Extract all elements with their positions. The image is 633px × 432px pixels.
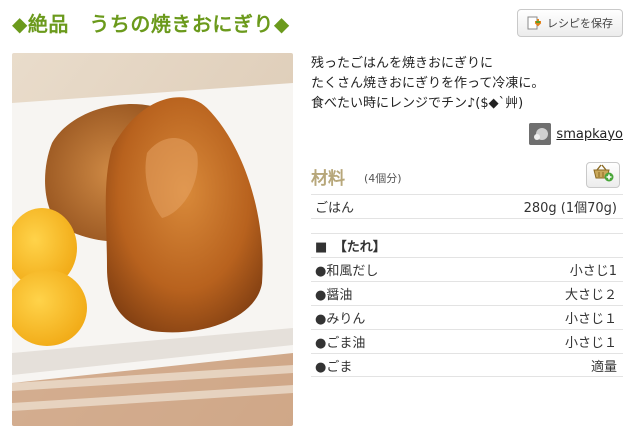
recipe-title: ◆絶品 うちの焼きおにぎり◆	[12, 12, 290, 36]
ingredient-row: ●みりん 小さじ１	[311, 305, 623, 329]
ingredient-name: ●醤油	[315, 288, 353, 303]
ingredient-amount: 小さじ1	[569, 264, 617, 279]
ingredient-amount: 小さじ１	[564, 312, 617, 327]
author-avatar[interactable]	[529, 123, 552, 145]
ingredient-row: ●ごま 適量	[311, 353, 623, 377]
ingredient-name: ごはん	[315, 201, 355, 216]
ingredients-title: 材料	[311, 169, 345, 189]
ingredients-servings: (4個分)	[364, 172, 402, 185]
description-line: 残ったごはんを焼きおにぎりに	[311, 56, 494, 71]
shopping-list-button[interactable]	[586, 162, 620, 188]
ingredient-row: ●和風だし 小さじ1	[311, 257, 623, 281]
recipe-photo	[12, 53, 293, 426]
bookmark-download-icon	[526, 15, 542, 31]
row-spacer	[311, 218, 623, 233]
ingredients-table: ごはん 280g (1個70g) ■ 【たれ】 ●和風だし 小さじ1 ●醤油 大…	[311, 194, 623, 377]
ingredient-row: ●ごま油 小さじ１	[311, 329, 623, 353]
ingredient-name: ●みりん	[315, 312, 366, 327]
ingredient-amount: 適量	[590, 359, 617, 375]
description-line: 食べたい時にレンジでチン♪($◆`艸)	[311, 96, 524, 111]
ingredient-amount: 大さじ２	[564, 288, 617, 303]
ingredient-section-title: ■ 【たれ】	[311, 233, 623, 257]
ingredient-amount: 280g (1個70g)	[523, 201, 617, 216]
ingredient-name: ●和風だし	[315, 264, 379, 279]
author-block: smapkayo	[529, 123, 623, 145]
recipe-description: 残ったごはんを焼きおにぎりに たくさん焼きおにぎりを作って冷凍に。 食べたい時に…	[311, 54, 623, 114]
save-recipe-button[interactable]: レシピを保存	[517, 9, 623, 37]
ingredient-name: ●ごま	[315, 359, 353, 375]
description-line: たくさん焼きおにぎりを作って冷凍に。	[311, 76, 545, 91]
save-recipe-label: レシピを保存	[547, 17, 613, 30]
shopping-basket-add-icon	[592, 164, 614, 186]
ingredients-header: 材料 (4個分)	[311, 162, 623, 192]
author-link[interactable]: smapkayo	[556, 127, 623, 142]
ingredient-row: ごはん 280g (1個70g)	[311, 194, 623, 218]
ingredient-name: ●ごま油	[315, 336, 366, 351]
ingredient-amount: 小さじ１	[564, 336, 617, 351]
ingredient-row: ●醤油 大さじ２	[311, 281, 623, 305]
